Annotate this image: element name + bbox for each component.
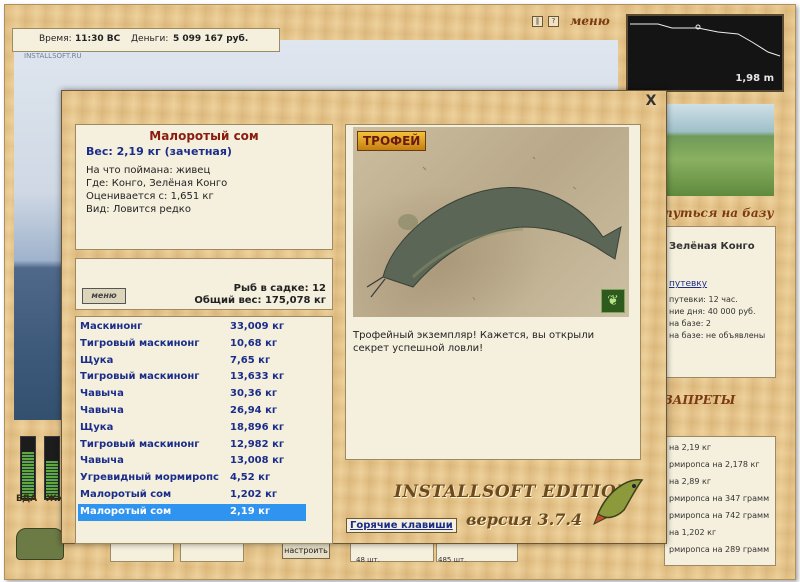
- catch-row[interactable]: Чавыча 26,94 кг: [78, 403, 306, 420]
- ban-item: на 1,202 кг: [669, 528, 717, 537]
- pause-icon[interactable]: ‖: [532, 16, 543, 27]
- trophy-badge: ТРОФЕЙ: [357, 131, 427, 151]
- pcs-count: 485 шт.: [438, 556, 467, 564]
- setup-button[interactable]: настроить: [282, 543, 330, 559]
- location-photo: [666, 104, 774, 196]
- catch-fish-weight: 33,009 кг: [230, 321, 285, 332]
- catch-row[interactable]: Малоротый сом 1,202 кг: [78, 487, 306, 504]
- info-line: на базе: не объявлены: [669, 331, 766, 340]
- pcs-count: 48 шт.: [356, 556, 380, 564]
- ban-item: рмиропса на 347 грамм: [669, 494, 770, 503]
- fish-name: Малоротый сом: [149, 129, 259, 143]
- catch-fish-name: Маскинонг: [80, 321, 143, 332]
- info-line: ние дня: 40 000 руб.: [669, 307, 756, 316]
- food-label: ЕДА: [16, 494, 38, 504]
- catch-fish-name: Тигровый маскинонг: [80, 438, 200, 450]
- fish-photo: ТРОФЕЙ ❦: [353, 127, 629, 317]
- status-bar: Время: 11:30 ВС Деньги: 5 099 167 руб.: [12, 28, 280, 52]
- butterfly-icon[interactable]: ❦: [601, 289, 625, 313]
- catch-fish-name: Щука: [80, 421, 114, 433]
- bans-panel: на 2,19 кг рмиропса на 2,178 кг на 2,89 …: [664, 436, 776, 566]
- bait-line: На что поймана: живец: [86, 165, 211, 176]
- location-line: Где: Конго, Зелёная Конго: [86, 178, 228, 189]
- location-info-panel: Зелёная Конго путевку путевки: 12 час. н…: [664, 226, 776, 378]
- catch-fish-name: Чавыча: [80, 388, 124, 400]
- status-gauges: [14, 430, 64, 500]
- menu-button[interactable]: меню: [570, 14, 610, 28]
- bag-icon[interactable]: [16, 528, 64, 560]
- time-label: Время:: [39, 34, 72, 44]
- catch-row[interactable]: Малоротый сом 2,19 кг: [78, 503, 306, 521]
- catch-fish-weight: 2,19 кг: [230, 505, 271, 517]
- catch-fish-name: Чавыча: [80, 405, 124, 416]
- kind-line: Вид: Ловится редко: [86, 204, 191, 215]
- catch-fish-weight: 13,008 кг: [230, 455, 285, 467]
- catch-row[interactable]: Тигровый маскинонг 12,982 кг: [78, 437, 306, 454]
- hotkeys-link[interactable]: Горячие клавиши: [346, 518, 457, 533]
- catch-row[interactable]: Чавыча 30,36 кг: [78, 386, 306, 403]
- ban-item: на 2,89 кг: [669, 477, 712, 486]
- total-weight: Общий вес: 175,078 кг: [194, 295, 326, 306]
- version-label: версия 3.7.4: [466, 510, 583, 529]
- food-gauge: [20, 436, 36, 500]
- close-button[interactable]: X: [644, 94, 658, 109]
- keepnet-menu-button[interactable]: меню: [82, 288, 126, 304]
- ban-item: рмиропса на 289 грамм: [669, 545, 770, 554]
- bottom-toolbar: [110, 540, 670, 570]
- catch-fish-weight: 18,896 кг: [230, 421, 285, 433]
- ban-item: на 2,19 кг: [669, 443, 712, 452]
- catfish-image: [366, 156, 622, 301]
- trophy-message: Трофейный экземпляр! Кажется, вы открыли…: [353, 330, 595, 354]
- watermark: INSTALLSOFT.RU: [24, 52, 82, 60]
- catch-fish-name: Тигровый маскинонг: [80, 371, 200, 383]
- money-value: 5 099 167 руб.: [173, 34, 249, 44]
- depth-value: 1,98 m: [735, 73, 774, 84]
- catch-fish-name: Малоротый сом: [80, 489, 172, 500]
- catch-fish-name: Чавыча: [80, 455, 124, 467]
- trophy-panel: ТРОФЕЙ ❦ Трофейный экземпляр! Кажется, в…: [345, 124, 641, 460]
- keepnet-summary: меню Рыб в садке: 12 Общий вес: 175,078 …: [75, 258, 333, 310]
- bans-heading: ЗАПРЕТЫ: [664, 393, 736, 407]
- catch-row[interactable]: Угревидный мормиропс 4,52 кг: [78, 470, 306, 487]
- pike-logo-icon: [593, 479, 644, 526]
- catch-fish-weight: 30,36 кг: [230, 388, 278, 400]
- value-line: Оценивается с: 1,651 кг: [86, 191, 214, 202]
- catch-fish-name: Щука: [80, 354, 114, 366]
- catch-fish-weight: 13,633 кг: [230, 371, 285, 383]
- catch-fish-name: Малоротый сом: [80, 505, 172, 517]
- catch-fish-name: Угревидный мормиропс: [80, 472, 219, 484]
- catch-row[interactable]: Щука 18,896 кг: [78, 420, 306, 437]
- info-line: путевки: 12 час.: [669, 295, 738, 304]
- info-line: на базе: 2: [669, 319, 712, 328]
- fish-weight: Вес: 2,19 кг (зачетная): [86, 145, 232, 158]
- catch-fish-weight: 7,65 кг: [230, 354, 271, 366]
- ban-item: рмиропса на 742 грамм: [669, 511, 770, 520]
- depth-profile: 1,98 m: [626, 14, 784, 92]
- fish-count: Рыб в садке: 12: [233, 283, 326, 294]
- help-button[interactable]: ?: [548, 16, 559, 27]
- second-gauge: [44, 436, 60, 500]
- catch-row[interactable]: Чавыча 13,008 кг: [78, 453, 306, 470]
- location-name: Зелёная Конго: [669, 241, 755, 252]
- catch-fish-weight: 12,982 кг: [230, 438, 285, 450]
- trip-link[interactable]: путевку: [669, 279, 707, 289]
- catch-list: Маскинонг 33,009 кг Тигровый маскинонг 10,6…: [75, 316, 333, 544]
- catch-row[interactable]: Маскинонг 33,009 кг: [78, 319, 306, 336]
- catch-fish-name: Тигровый маскинонг: [80, 337, 200, 349]
- catch-fish-weight: 10,68 кг: [230, 337, 278, 349]
- catch-fish-weight: 4,52 кг: [230, 472, 271, 484]
- catch-row[interactable]: Щука 7,65 кг: [78, 353, 306, 370]
- catch-row[interactable]: Тигровый маскинонг 10,68 кг: [78, 336, 306, 353]
- time-value: 11:30 ВС: [75, 34, 121, 44]
- go-to-base-heading[interactable]: путься на базу: [664, 206, 774, 220]
- ban-item: рмиропса на 2,178 кг: [669, 460, 760, 469]
- money-label: Деньги:: [131, 34, 169, 44]
- catch-fish-weight: 1,202 кг: [230, 489, 278, 500]
- fish-info-panel: Малоротый сом Вес: 2,19 кг (зачетная) На…: [75, 124, 333, 250]
- catch-fish-weight: 26,94 кг: [230, 405, 278, 416]
- catch-row[interactable]: Тигровый маскинонг 13,633 кг: [78, 369, 306, 386]
